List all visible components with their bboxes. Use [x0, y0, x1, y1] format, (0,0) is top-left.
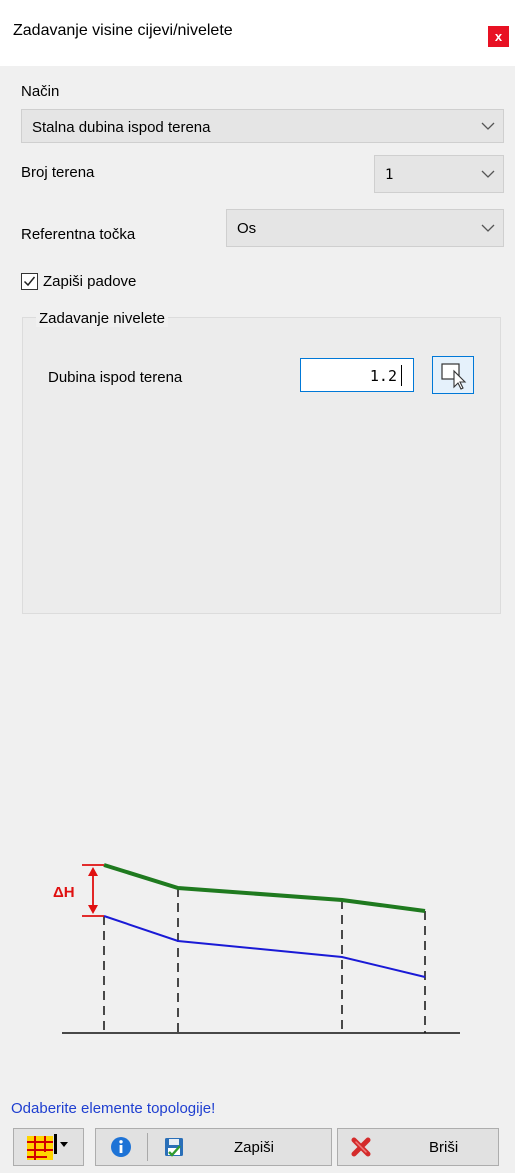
topology-menu-button[interactable] — [13, 1128, 84, 1166]
text-caret — [401, 365, 402, 386]
dubina-label: Dubina ispod terena — [48, 369, 183, 386]
delete-button-label: Briši — [429, 1139, 459, 1156]
select-cursor-icon — [441, 363, 467, 390]
window-title: Zadavanje visine cijevi/nivelete — [13, 22, 233, 39]
zapisi-padove-label: Zapiši padove — [43, 273, 137, 290]
info-icon — [111, 1137, 131, 1157]
chevron-down-icon — [481, 224, 495, 232]
close-button[interactable]: x — [488, 26, 509, 47]
nacin-value: Stalna dubina ispod terena — [32, 119, 211, 136]
title-bar: Zadavanje visine cijevi/nivelete x — [0, 0, 515, 66]
pick-depth-button[interactable] — [432, 356, 474, 394]
save-button[interactable]: Zapiši — [95, 1128, 332, 1166]
referentna-tocka-value: Os — [237, 220, 257, 237]
broj-terena-select[interactable]: 1 — [374, 155, 504, 193]
delta-arrow-down — [88, 905, 98, 914]
delete-button[interactable]: Briši — [337, 1128, 499, 1166]
referentna-tocka-select[interactable]: Os — [226, 209, 504, 247]
checkmark-icon — [23, 276, 36, 287]
delta-arrow-up — [88, 867, 98, 876]
save-icon — [165, 1138, 183, 1157]
delta-h-label: ΔH — [53, 884, 75, 901]
depth-diagram: ΔH — [53, 863, 460, 1034]
chevron-down-icon — [481, 170, 495, 178]
nacin-label: Način — [21, 83, 60, 100]
chevron-down-icon — [481, 122, 495, 130]
zapisi-padove-checkbox[interactable] — [21, 273, 38, 290]
dubina-input[interactable]: 1.2 — [300, 358, 414, 392]
close-icon: x — [494, 29, 503, 44]
nacin-select[interactable]: Stalna dubina ispod terena — [21, 109, 504, 143]
broj-terena-label: Broj terena — [21, 164, 95, 181]
save-button-label: Zapiši — [234, 1139, 275, 1156]
broj-terena-value: 1 — [385, 167, 394, 183]
nivelete-group-title: Zadavanje nivelete — [36, 310, 168, 327]
topology-grid-icon — [27, 1134, 68, 1160]
nivelete-groupbox — [22, 317, 501, 614]
button-separator — [147, 1133, 148, 1161]
referentna-tocka-label: Referentna točka — [21, 226, 136, 243]
delete-x-icon — [351, 1137, 371, 1157]
dubina-value: 1.2 — [369, 367, 397, 385]
pipe-line — [103, 915, 426, 978]
terrain-line — [103, 863, 426, 913]
status-message: Odaberite elemente topologije! — [11, 1100, 216, 1117]
